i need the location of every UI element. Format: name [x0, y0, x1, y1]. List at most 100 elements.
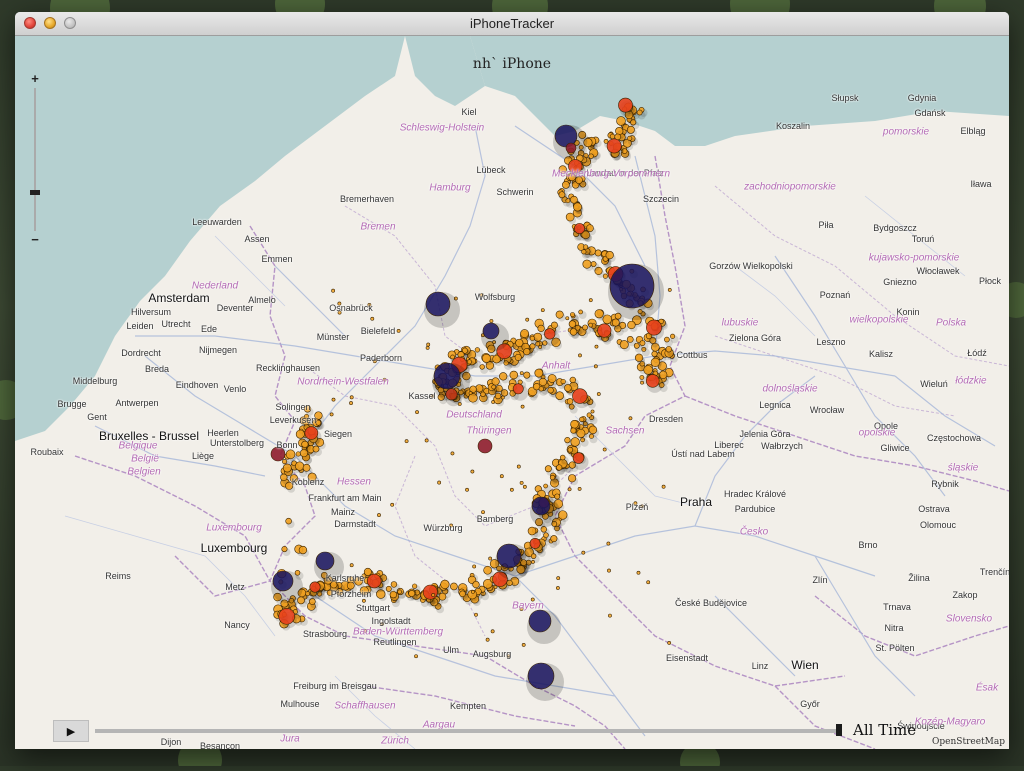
location-dot	[282, 459, 288, 465]
map-label-city: Frankfurt am Main	[308, 493, 382, 503]
location-dot	[481, 353, 491, 363]
location-dot	[608, 613, 612, 618]
location-dot	[568, 320, 577, 328]
timeline-slider-track[interactable]	[95, 729, 837, 733]
map-label-city: Mainz	[330, 507, 356, 517]
location-dot	[468, 391, 473, 395]
location-dot	[331, 397, 336, 402]
location-dot	[550, 535, 558, 543]
map-label-city: Antwerpen	[115, 398, 159, 408]
location-dot	[547, 374, 557, 383]
map-label-city: Cottbus	[676, 350, 708, 360]
location-dot	[646, 580, 651, 585]
map-label-region: kujawsko-pomorskie	[868, 252, 960, 264]
location-dot	[519, 480, 524, 485]
location-dot	[640, 380, 644, 385]
map-label-city: Győr	[800, 699, 820, 709]
map-view[interactable]: nh` iPhone Kiel Lübeck Schwerin Bremerhaven…	[15, 36, 1009, 749]
zoom-slider-handle[interactable]	[30, 190, 40, 195]
map-label-city: Pforzheim	[330, 589, 372, 599]
zoom-in-button[interactable]: +	[27, 72, 43, 86]
location-dot	[509, 487, 514, 492]
location-dot	[529, 537, 541, 549]
map-label-city: Würzburg	[423, 523, 463, 533]
timeline-slider-handle[interactable]	[836, 724, 842, 736]
location-dot	[615, 126, 624, 136]
location-dot	[440, 579, 450, 589]
location-dot	[566, 398, 574, 405]
location-dot	[550, 321, 558, 329]
location-dot	[583, 244, 589, 250]
location-dot	[565, 316, 570, 321]
location-dot	[281, 546, 288, 553]
map-label-city: Brugge	[57, 399, 87, 409]
map-label-city: Utrecht	[161, 319, 191, 329]
location-dot	[578, 309, 583, 315]
map-label-city: Ede	[200, 324, 218, 334]
map-label-city: Heerlen	[207, 428, 239, 438]
map-label-city: Bremerhaven	[339, 194, 395, 204]
location-dot	[433, 362, 461, 390]
location-dot	[565, 212, 575, 222]
location-dot	[556, 464, 563, 471]
map-label-region: Schleswig-Holstein	[399, 122, 485, 134]
location-dot	[512, 383, 524, 395]
location-dot	[555, 310, 564, 319]
location-dot	[349, 395, 354, 400]
location-dot	[431, 593, 436, 597]
map-label-city: Nijmegen	[198, 345, 238, 355]
location-dot	[412, 583, 418, 589]
map-label-city: Toruń	[911, 234, 935, 244]
location-dot	[639, 375, 645, 380]
location-dot	[509, 370, 519, 380]
zoom-slider-track[interactable]	[34, 88, 36, 231]
map-label-city: Gdynia	[907, 93, 937, 103]
location-dot	[634, 353, 644, 362]
map-label-city: Poznań	[819, 290, 851, 300]
location-dot	[404, 439, 409, 444]
location-dot	[570, 419, 579, 429]
location-dot	[488, 556, 493, 561]
location-dot	[667, 641, 672, 645]
location-dot	[543, 483, 548, 489]
play-button[interactable]: ▶	[53, 720, 89, 742]
map-label-city: Koszalin	[775, 121, 811, 131]
location-dot	[450, 354, 455, 360]
location-dot	[390, 502, 395, 507]
zoom-out-button[interactable]: −	[27, 233, 43, 247]
window-title: iPhoneTracker	[469, 16, 555, 31]
location-dot	[558, 191, 566, 199]
minor-roads	[64, 195, 966, 749]
title-bar[interactable]: iPhoneTracker	[15, 12, 1009, 36]
location-dot	[499, 474, 504, 479]
location-dot	[525, 317, 530, 322]
location-dot	[408, 590, 416, 597]
location-dot	[619, 340, 629, 350]
location-dot	[385, 585, 392, 592]
location-dot	[594, 309, 604, 319]
location-dot	[569, 376, 576, 384]
location-dot	[574, 223, 586, 235]
location-dot	[544, 328, 556, 340]
location-dot	[491, 384, 496, 390]
map-label-city: Częstochowa	[926, 433, 982, 443]
location-dot	[491, 377, 500, 386]
location-dot	[483, 565, 492, 575]
map-canvas[interactable]	[15, 36, 1009, 749]
map-label-city: Koblenz	[291, 477, 325, 487]
zoom-control[interactable]: + −	[27, 72, 43, 247]
map-label-city: Wieluń	[920, 379, 948, 389]
map-label-region: Deutschland	[446, 409, 502, 421]
map-label-city: Freiburg im Breisgau	[293, 681, 377, 691]
location-dot	[627, 320, 636, 330]
map-label-region: Sachsen	[605, 425, 645, 437]
location-dot	[555, 391, 564, 400]
map-label-region: zachodniopomorskie	[744, 181, 836, 193]
location-dot	[471, 590, 475, 594]
location-dot	[650, 357, 660, 367]
location-dot	[474, 347, 480, 353]
location-dot	[529, 335, 535, 341]
location-dot	[538, 377, 547, 387]
location-dot	[543, 532, 549, 538]
map-label-city: Leeuwarden	[192, 217, 242, 227]
